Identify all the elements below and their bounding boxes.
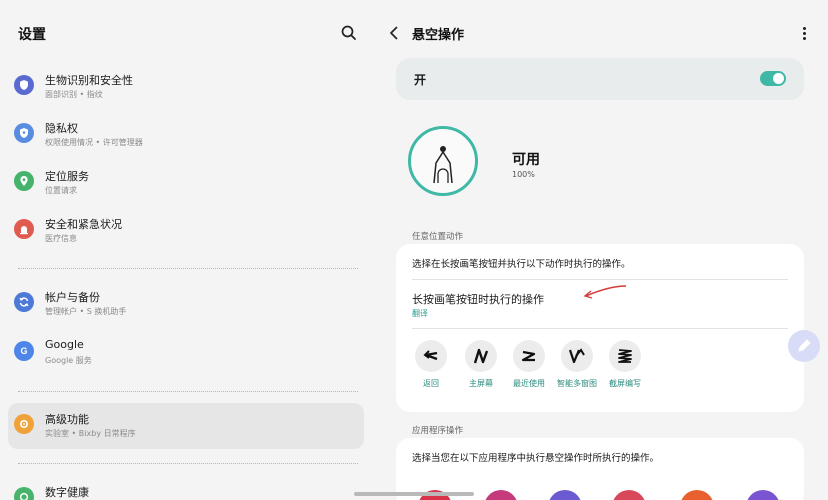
card-description: 选择在长按画笔按钮并执行以下动作时执行的操作。: [412, 259, 631, 270]
gesture-recent[interactable]: 最近使用: [505, 340, 553, 389]
settings-item-subtitle: 位置请求: [45, 186, 77, 195]
battery-percent: 100%: [512, 170, 535, 179]
gesture-home-icon: [465, 340, 497, 372]
settings-item-subtitle: 权限使用情况 • 许可管理器: [45, 138, 143, 147]
emergency-icon: [14, 219, 34, 239]
gesture-multiwindow[interactable]: 智能多窗图: [553, 340, 601, 389]
gear-plus-icon: [14, 414, 34, 434]
settings-item-biometrics[interactable]: 生物识别和安全性 面部识别 • 指纹: [8, 64, 364, 110]
section-label-anywhere: 任意位置动作: [412, 232, 464, 242]
s-pen-icon: [408, 126, 478, 196]
location-pin-icon: [14, 171, 34, 191]
gesture-multiwindow-icon: [561, 340, 593, 372]
card-description: 选择当您在以下应用程序中执行悬空操作时所执行的操作。: [412, 453, 660, 464]
long-press-action-item[interactable]: 长按画笔按钮时执行的操作: [412, 291, 544, 307]
separator: [412, 279, 788, 280]
pen-status: 可用: [512, 152, 540, 168]
annotation-arrow-icon: [583, 285, 627, 299]
more-options-icon[interactable]: [800, 26, 808, 42]
gesture-label: 截屏编写: [609, 379, 641, 388]
app-icon[interactable]: [484, 490, 518, 500]
settings-item-location[interactable]: 定位服务 位置请求: [8, 160, 364, 206]
settings-item-title: 帐户与备份: [45, 291, 100, 304]
settings-header: 设置: [0, 0, 372, 66]
long-press-action-value: 翻译: [412, 309, 428, 318]
privacy-icon: [14, 123, 34, 143]
app-actions-card: 选择当您在以下应用程序中执行悬空操作时所执行的操作。: [396, 438, 804, 500]
divider: [18, 268, 358, 269]
app-icon[interactable]: [612, 490, 646, 500]
anywhere-actions-card: 选择在长按画笔按钮并执行以下动作时执行的操作。 长按画笔按钮时执行的操作 翻译 …: [396, 244, 804, 412]
gesture-screenwrite-icon: [609, 340, 641, 372]
settings-item-accounts[interactable]: 帐户与备份 管理帐户 • S 换机助手: [8, 281, 364, 327]
wellbeing-icon: [14, 487, 34, 500]
separator: [412, 328, 788, 329]
settings-item-subtitle: 实验室 • Bixby 日常程序: [45, 429, 136, 438]
gesture-label: 智能多窗图: [557, 379, 597, 388]
home-indicator[interactable]: [354, 492, 474, 496]
air-command-pen-icon[interactable]: [788, 330, 820, 362]
settings-item-subtitle: 面部识别 • 指纹: [45, 90, 103, 99]
app-icon[interactable]: [548, 490, 582, 500]
settings-item-title: 安全和紧急状况: [45, 218, 122, 231]
gesture-back-icon: [415, 340, 447, 372]
settings-item-privacy[interactable]: 隐私权 权限使用情况 • 许可管理器: [8, 112, 364, 158]
search-icon[interactable]: [338, 22, 360, 44]
settings-item-advanced[interactable]: 高级功能 实验室 • Bixby 日常程序: [8, 403, 364, 449]
gesture-label: 返回: [423, 379, 439, 388]
gesture-home[interactable]: 主屏幕: [457, 340, 505, 389]
app-icon[interactable]: [746, 490, 780, 500]
settings-item-emergency[interactable]: 安全和紧急状况 医疗信息: [8, 208, 364, 254]
air-actions-pane: 悬空操作 开 可用 100% 任意位置动作 选择在长按画笔按钮并执行以下动作时执…: [372, 0, 828, 500]
settings-item-title: 生物识别和安全性: [45, 74, 133, 87]
settings-item-google[interactable]: G Google Google 服务: [8, 330, 364, 376]
settings-item-subtitle: 管理帐户 • S 换机助手: [45, 307, 127, 316]
settings-item-wellbeing[interactable]: 数字健康: [8, 476, 364, 500]
settings-pane: 设置 生物识别和安全性 面部识别 • 指纹 隐私权 权限使用情况 • 许可管理器…: [0, 0, 372, 500]
svg-text:G: G: [20, 346, 27, 356]
gesture-label: 最近使用: [513, 379, 545, 388]
app-icon[interactable]: [680, 490, 714, 500]
section-label-apps: 应用程序操作: [412, 426, 464, 436]
gesture-recent-icon: [513, 340, 545, 372]
settings-item-title: 定位服务: [45, 170, 89, 183]
settings-item-title: Google: [45, 338, 84, 351]
settings-title: 设置: [18, 27, 46, 43]
switch-knob: [773, 73, 784, 84]
gesture-label: 主屏幕: [469, 379, 493, 388]
divider: [18, 463, 358, 464]
settings-item-title: 数字健康: [45, 486, 89, 499]
divider: [18, 391, 358, 392]
settings-item-title: 高级功能: [45, 413, 89, 426]
gesture-screenwrite[interactable]: 截屏编写: [601, 340, 649, 389]
master-switch[interactable]: [760, 71, 786, 86]
gesture-back[interactable]: 返回: [407, 340, 455, 389]
sync-icon: [14, 292, 34, 312]
settings-item-subtitle: 医疗信息: [45, 234, 77, 243]
google-icon: G: [14, 341, 34, 361]
master-toggle-row[interactable]: 开: [396, 58, 804, 100]
page-title: 悬空操作: [412, 28, 465, 43]
back-icon[interactable]: [386, 24, 402, 42]
settings-item-subtitle: Google 服务: [45, 356, 92, 365]
settings-item-title: 隐私权: [45, 122, 78, 135]
shield-icon: [14, 75, 34, 95]
toggle-label: 开: [414, 73, 427, 87]
